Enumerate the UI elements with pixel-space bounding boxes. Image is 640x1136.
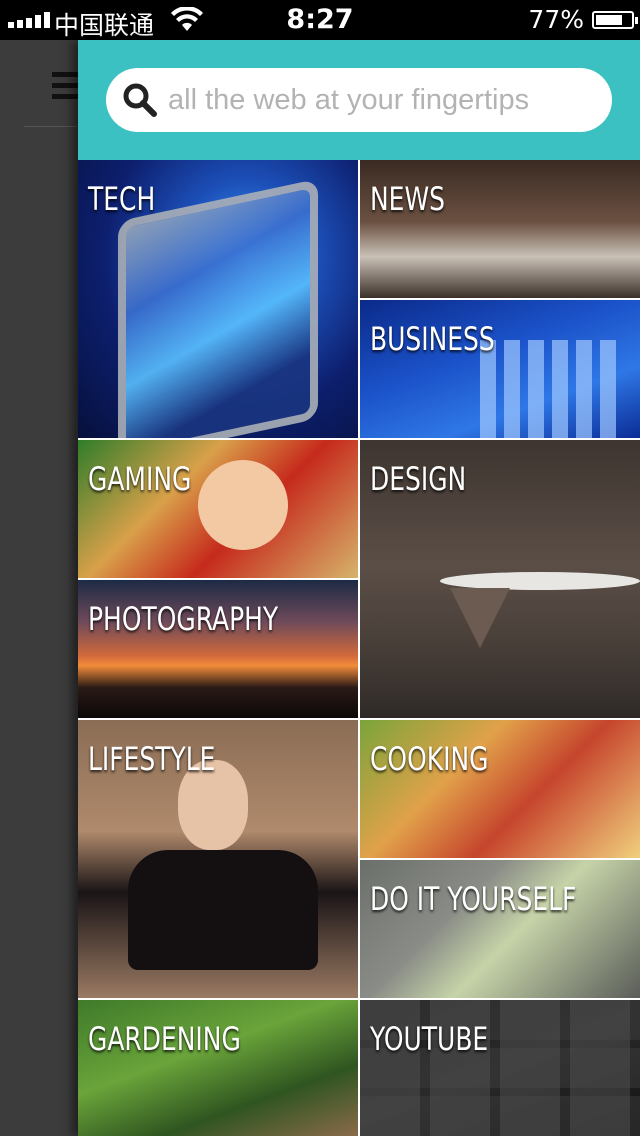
category-tile-gardening[interactable]: GARDENING [78,1000,360,1136]
battery-icon [592,11,638,29]
category-label: PHOTOGRAPHY [88,600,279,638]
category-label: NEWS [370,180,445,218]
search-header [78,40,640,160]
search-box[interactable] [106,68,612,132]
category-tile-youtube[interactable]: YOUTUBE [360,1000,640,1136]
category-label: TECH [88,180,156,218]
category-drawer: TECH NEWS BUSINESS GAMING DESIGN PHOTOGR… [78,40,640,1136]
category-label: DESIGN [370,460,467,498]
menu-icon[interactable] [52,72,80,100]
category-tile-cooking[interactable]: COOKING [360,720,640,860]
category-label: BUSINESS [370,320,495,358]
status-bar: 中国联通 8:27 77% [0,0,640,40]
category-tile-diy[interactable]: DO IT YOURSELF [360,860,640,1000]
category-label: LIFESTYLE [88,740,216,778]
search-input[interactable] [168,83,598,117]
category-label: DO IT YOURSELF [370,880,577,918]
category-tile-news[interactable]: NEWS [360,160,640,300]
battery-percentage: 77% [528,5,584,34]
category-label: YOUTUBE [370,1020,489,1058]
category-tile-gaming[interactable]: GAMING [78,440,360,580]
category-tile-business[interactable]: BUSINESS [360,300,640,440]
divider [24,126,78,127]
category-tile-lifestyle[interactable]: LIFESTYLE [78,720,360,1000]
category-tile-tech[interactable]: TECH [78,160,360,440]
search-icon [123,83,157,117]
category-tile-photography[interactable]: PHOTOGRAPHY [78,580,360,720]
category-tile-design[interactable]: DESIGN [360,440,640,720]
category-label: COOKING [370,740,489,778]
category-label: GAMING [88,460,192,498]
category-label: GARDENING [88,1020,241,1058]
